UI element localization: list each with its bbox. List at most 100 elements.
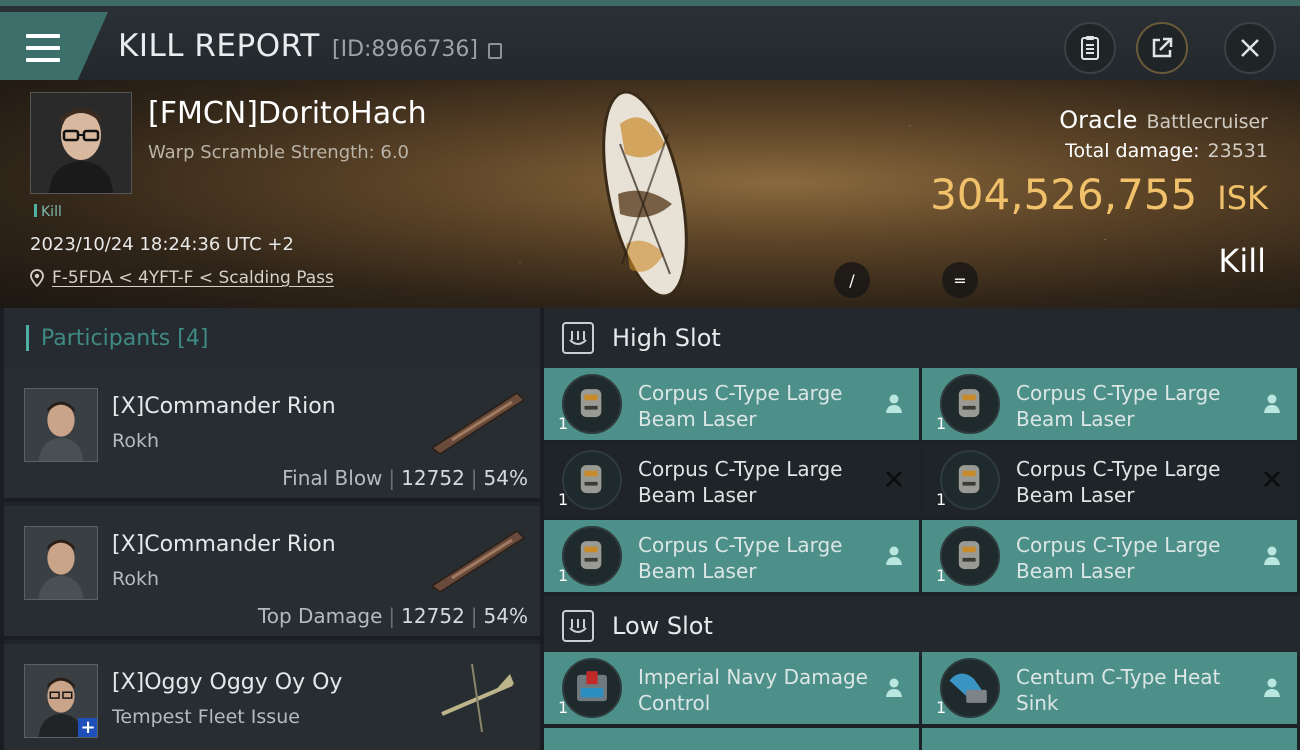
beam-laser-icon bbox=[562, 526, 622, 586]
participant-percent: 54% bbox=[483, 604, 528, 628]
plus-badge-icon: + bbox=[78, 718, 97, 737]
value-toggle-button[interactable]: = bbox=[942, 262, 978, 298]
module-item[interactable]: 1 Corpus C-Type Large Beam Laser bbox=[922, 368, 1297, 440]
module-name: Corpus C-Type Large Beam Laser bbox=[1016, 381, 1221, 431]
location-pin-icon bbox=[30, 269, 44, 287]
participant-ship: Tempest Fleet Issue bbox=[112, 706, 300, 728]
ship-type: Oracle Battlecruiser bbox=[1059, 106, 1268, 134]
participant-card[interactable]: + [X]Oggy Oggy Oy Oy Tempest Fleet Issue bbox=[4, 644, 540, 750]
module-qty: 1 bbox=[558, 566, 569, 585]
clipboard-button[interactable] bbox=[1064, 22, 1116, 74]
person-icon bbox=[1261, 392, 1283, 414]
module-item-partial[interactable] bbox=[922, 728, 1297, 750]
victim-banner: [FMCN]DoritoHach Warp Scramble Strength:… bbox=[0, 80, 1300, 308]
fit-toggle-button[interactable]: / bbox=[834, 262, 870, 298]
clipboard-icon bbox=[1081, 36, 1099, 60]
person-icon bbox=[1261, 544, 1283, 566]
participant-name: [X]Commander Rion bbox=[112, 394, 336, 419]
module-item[interactable]: 1 Corpus C-Type Large Beam Laser bbox=[922, 520, 1297, 592]
participant-ship-image bbox=[430, 530, 526, 593]
participant-avatar[interactable]: + bbox=[24, 664, 98, 738]
participant-ship-image bbox=[430, 392, 526, 455]
participants-count: [4] bbox=[177, 325, 209, 351]
participant-card[interactable]: [X]Commander Rion Rokh Final Blow | 12752 |… bbox=[4, 368, 540, 502]
x-mark-icon bbox=[1261, 468, 1283, 490]
module-item[interactable]: 1 Corpus C-Type Large Beam Laser bbox=[922, 444, 1297, 516]
participant-avatar[interactable] bbox=[24, 526, 98, 600]
participant-avatar[interactable] bbox=[24, 388, 98, 462]
person-icon bbox=[883, 544, 905, 566]
victim-name[interactable]: [FMCN]DoritoHach bbox=[148, 96, 427, 131]
damage-control-icon bbox=[562, 658, 622, 718]
share-icon bbox=[1152, 37, 1173, 58]
participant-percent: 54% bbox=[483, 466, 528, 490]
participant-damage: 12752 bbox=[401, 604, 465, 628]
module-qty: 1 bbox=[936, 698, 947, 717]
turret-slot-icon bbox=[562, 610, 594, 642]
module-qty: 1 bbox=[936, 566, 947, 585]
isk-unit: ISK bbox=[1217, 179, 1268, 217]
copy-icon[interactable] bbox=[488, 43, 502, 59]
module-name: Centum C-Type Heat Sink bbox=[1016, 665, 1221, 715]
heat-sink-icon bbox=[940, 658, 1000, 718]
person-icon bbox=[883, 392, 905, 414]
beam-laser-icon bbox=[562, 450, 622, 510]
module-qty: 1 bbox=[558, 490, 569, 509]
x-mark-icon bbox=[883, 468, 905, 490]
page-title: KILL REPORT bbox=[118, 28, 320, 64]
module-name: Imperial Navy Damage Control bbox=[638, 665, 868, 715]
menu-button[interactable] bbox=[0, 12, 108, 80]
ship-class: Battlecruiser bbox=[1146, 111, 1268, 133]
isk-value: 304,526,755 ISK bbox=[930, 170, 1268, 219]
module-qty: 1 bbox=[936, 414, 947, 433]
victim-ship-image[interactable] bbox=[590, 84, 700, 304]
participants-panel: Participants [4] [X]Commander Rion Rokh … bbox=[4, 308, 540, 750]
participant-damage: 12752 bbox=[401, 466, 465, 490]
kill-timestamp: 2023/10/24 18:24:36 UTC +2 bbox=[30, 234, 294, 255]
turret-slot-icon bbox=[562, 322, 594, 354]
beam-laser-icon bbox=[940, 374, 1000, 434]
participant-ship: Rokh bbox=[112, 568, 160, 590]
report-id: [ID:8966736] bbox=[332, 37, 478, 62]
close-button[interactable] bbox=[1224, 22, 1276, 74]
location-text: F-5FDA < 4YFT-F < Scalding Pass bbox=[52, 268, 334, 288]
module-item-partial[interactable] bbox=[544, 728, 919, 750]
person-icon bbox=[883, 676, 905, 698]
low-slot-header: Low Slot bbox=[544, 596, 1300, 656]
module-name: Corpus C-Type Large Beam Laser bbox=[638, 457, 843, 507]
participant-role: Top Damage bbox=[257, 604, 383, 628]
beam-laser-icon bbox=[940, 526, 1000, 586]
location-link[interactable]: F-5FDA < 4YFT-F < Scalding Pass bbox=[30, 268, 334, 288]
total-damage-label: Total damage: bbox=[1065, 140, 1200, 162]
result-label: Kill bbox=[1218, 242, 1266, 280]
participant-card[interactable]: [X]Commander Rion Rokh Top Damage | 12752 |… bbox=[4, 506, 540, 640]
victim-avatar[interactable] bbox=[30, 92, 132, 194]
fittings-panel: High Slot 1 Corpus C-Type Large Beam Las… bbox=[544, 308, 1300, 750]
participants-label: Participants [4] bbox=[41, 325, 209, 351]
person-icon bbox=[1261, 676, 1283, 698]
share-button[interactable] bbox=[1136, 22, 1188, 74]
participant-role: Final Blow bbox=[282, 466, 383, 490]
module-name: Corpus C-Type Large Beam Laser bbox=[1016, 533, 1221, 583]
module-name: Corpus C-Type Large Beam Laser bbox=[638, 381, 843, 431]
module-item[interactable]: 1 Centum C-Type Heat Sink bbox=[922, 652, 1297, 724]
module-name: Corpus C-Type Large Beam Laser bbox=[1016, 457, 1221, 507]
beam-laser-icon bbox=[562, 374, 622, 434]
module-item[interactable]: 1 Corpus C-Type Large Beam Laser bbox=[544, 368, 919, 440]
module-item[interactable]: 1 Imperial Navy Damage Control bbox=[544, 652, 919, 724]
ship-name[interactable]: Oracle bbox=[1059, 106, 1137, 134]
low-slot-label: Low Slot bbox=[612, 612, 713, 640]
isk-amount: 304,526,755 bbox=[930, 170, 1198, 219]
participant-stats: Top Damage | 12752 | 54% bbox=[257, 604, 528, 628]
participant-name: [X]Oggy Oggy Oy Oy bbox=[112, 670, 343, 695]
kill-tag: Kill bbox=[34, 204, 62, 220]
module-name: Corpus C-Type Large Beam Laser bbox=[638, 533, 843, 583]
participant-name: [X]Commander Rion bbox=[112, 532, 336, 557]
total-damage: Total damage: 23531 bbox=[1065, 140, 1268, 162]
participant-ship: Rokh bbox=[112, 430, 160, 452]
high-slot-label: High Slot bbox=[612, 324, 721, 352]
module-qty: 1 bbox=[936, 490, 947, 509]
warp-scramble-strength: Warp Scramble Strength: 6.0 bbox=[148, 142, 410, 163]
module-item[interactable]: 1 Corpus C-Type Large Beam Laser bbox=[544, 520, 919, 592]
module-item[interactable]: 1 Corpus C-Type Large Beam Laser bbox=[544, 444, 919, 516]
